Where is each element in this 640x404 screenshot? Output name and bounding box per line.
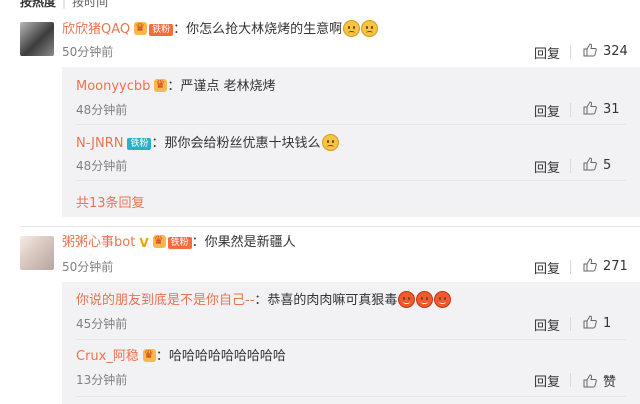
action-divider: [570, 260, 571, 274]
divider: [76, 180, 626, 181]
like-count: 赞: [603, 375, 617, 390]
fan-badge: 铁粉: [127, 138, 152, 150]
reply-username[interactable]: 你说的朋友到底是不是你自己--: [76, 293, 254, 308]
sort-tabs: 按热度 | 按时间: [20, 0, 108, 9]
angry-face-emoji: [398, 291, 416, 308]
thread-divider: [20, 226, 640, 227]
sad-face-emoji: [361, 20, 379, 37]
reply-username[interactable]: N-JNRN: [76, 136, 123, 151]
reply-text: ：哈哈哈哈哈哈哈哈哈: [155, 349, 286, 364]
avatar[interactable]: [20, 22, 54, 56]
reply-button[interactable]: 回复: [534, 258, 560, 277]
like-button[interactable]: 1: [583, 315, 611, 331]
reply-line: Crux_阿稳 ：哈哈哈哈哈哈哈哈哈: [76, 346, 286, 366]
reply-button[interactable]: 回复: [534, 315, 560, 334]
divider: [76, 339, 626, 340]
reply-time: 13分钟前: [76, 373, 128, 387]
reply-button[interactable]: 回复: [534, 157, 560, 176]
comment-line: 欣欣猪QAQ 铁粉：你怎么抢大林烧烤的生意啊: [62, 19, 379, 38]
like-count: 271: [603, 259, 628, 274]
sad-face-emoji: [343, 20, 361, 37]
action-divider: [570, 45, 571, 59]
angry-face-emoji: [416, 291, 434, 308]
like-count: 1: [603, 316, 612, 331]
reply-time: 48分钟前: [76, 103, 128, 117]
fan-badge: 铁粉: [149, 24, 174, 36]
like-button[interactable]: 5: [583, 157, 611, 173]
tab-by-hot[interactable]: 按热度: [20, 0, 56, 9]
thumbs-up-icon: [583, 315, 597, 329]
like-button[interactable]: 31: [583, 101, 620, 117]
thumbs-up-icon: [583, 43, 597, 57]
avatar[interactable]: [20, 236, 54, 270]
reply-button[interactable]: 回复: [534, 371, 560, 390]
reply-time: 45分钟前: [76, 317, 128, 331]
reply-text: ：严谨点 老林烧烤: [167, 79, 276, 94]
like-count: 31: [603, 102, 620, 117]
thumbs-up-icon: [583, 101, 597, 115]
reply-text: ：恭喜的肉肉嘛可真狠毒: [254, 293, 398, 308]
reply-username[interactable]: Moonyycbb: [76, 79, 150, 94]
more-replies-link[interactable]: 共13条回复: [76, 192, 145, 211]
tab-by-time[interactable]: 按时间: [72, 0, 108, 9]
reply-time: 48分钟前: [76, 159, 128, 173]
reply-username[interactable]: Crux_阿稳: [76, 349, 139, 364]
comment-time: 50分钟前: [62, 45, 114, 59]
like-count: 5: [603, 158, 612, 173]
angry-face-emoji: [434, 291, 452, 308]
like-button[interactable]: 324: [583, 43, 628, 59]
action-divider: [570, 103, 571, 117]
divider: [76, 396, 626, 397]
like-button[interactable]: 271: [583, 258, 628, 274]
reply-button[interactable]: 回复: [534, 101, 560, 120]
comment-time: 50分钟前: [62, 260, 114, 274]
comment-username[interactable]: 粥粥心事bot: [62, 235, 135, 250]
reply-line: 你说的朋友到底是不是你自己--：恭喜的肉肉嘛可真狠毒: [76, 291, 452, 309]
reply-line: N-JNRN 铁粉 ：那你会给粉丝优惠十块钱么: [76, 134, 339, 152]
action-divider: [570, 373, 571, 387]
comment-line: 粥粥心事bot V 铁粉：你果然是新疆人: [62, 232, 296, 252]
thumbs-up-icon: [583, 157, 597, 171]
like-count: 324: [603, 44, 628, 59]
crown-badge-icon: [142, 346, 156, 364]
v-badge-icon: V: [139, 236, 149, 250]
crown-badge-icon: [152, 232, 166, 250]
action-divider: [570, 317, 571, 331]
crown-badge-icon: [134, 19, 148, 37]
comment-text: ：你怎么抢大林烧烤的生意啊: [173, 22, 343, 37]
thumbs-up-icon: [583, 258, 597, 272]
sad-face-emoji: [321, 134, 339, 151]
fan-badge: 铁粉: [167, 237, 192, 249]
action-divider: [570, 159, 571, 173]
comment-text: ：你果然是新疆人: [191, 235, 296, 250]
like-button[interactable]: 赞: [583, 371, 616, 390]
divider: [76, 124, 626, 125]
reply-line: Moonyycbb ：严谨点 老林烧烤: [76, 76, 276, 96]
reply-text: ：那你会给粉丝优惠十块钱么: [151, 136, 321, 151]
reply-button[interactable]: 回复: [534, 43, 560, 62]
crown-badge-icon: [154, 76, 168, 94]
thumbs-up-icon: [583, 374, 597, 388]
comment-username[interactable]: 欣欣猪QAQ: [62, 22, 130, 37]
